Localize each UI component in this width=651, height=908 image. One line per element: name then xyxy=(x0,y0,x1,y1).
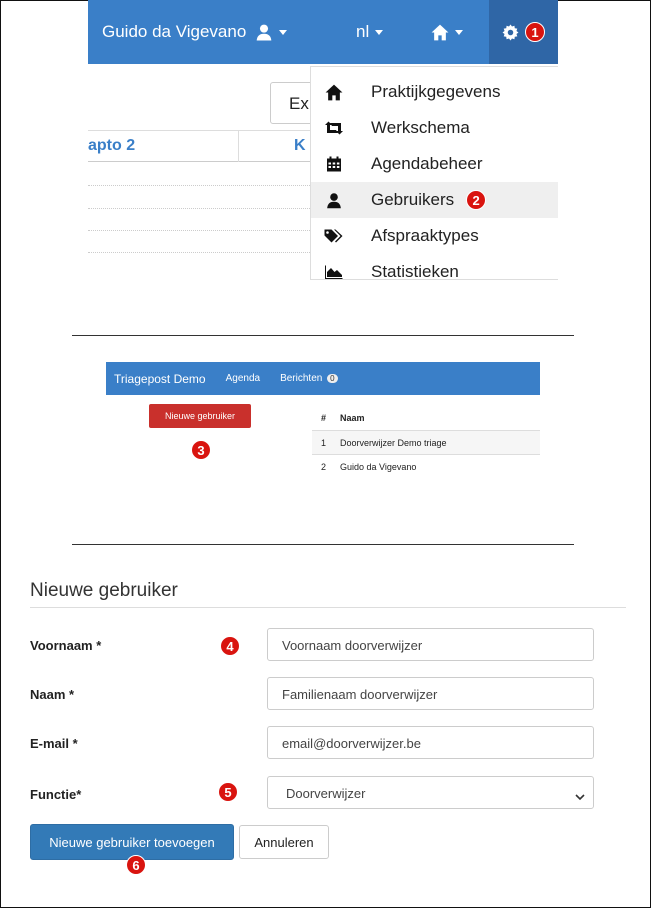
menu-item-werkschema[interactable]: Werkschema xyxy=(311,110,558,146)
table-row[interactable]: 1 Doorverwijzer Demo triage xyxy=(312,430,540,454)
step-badge-1: 1 xyxy=(525,22,545,42)
chevron-down-icon xyxy=(455,29,463,35)
language-label: nl xyxy=(356,22,370,41)
table-row xyxy=(88,208,328,209)
retweet-icon xyxy=(311,121,357,135)
user-name: Guido da Vigevano xyxy=(102,22,247,41)
user-name-cell: Guido da Vigevano xyxy=(340,461,417,472)
menu-item-label: Statistieken xyxy=(371,262,459,280)
title-underline xyxy=(30,607,626,608)
table-header: # Naam xyxy=(312,406,540,430)
step-badge-4: 4 xyxy=(220,636,240,656)
column-header: apto 2 xyxy=(88,137,136,154)
berichten-count-badge: 0 xyxy=(327,374,338,383)
table-row xyxy=(88,185,328,186)
email-label: E-mail * xyxy=(30,736,78,751)
menu-item-praktijkgegevens[interactable]: Praktijkgegevens xyxy=(311,74,558,110)
home-icon xyxy=(311,84,357,101)
settings-dropdown: Praktijkgegevens Werkschema Agendabeheer… xyxy=(310,66,558,280)
chevron-down-icon xyxy=(375,29,384,35)
form-title: Nieuwe gebruiker xyxy=(30,580,178,601)
user-name-cell: Doorverwijzer Demo triage xyxy=(340,437,447,448)
step-badge-5: 5 xyxy=(218,782,238,802)
gear-icon xyxy=(502,24,519,41)
home-icon xyxy=(431,24,449,41)
table-header: apto 2 K xyxy=(88,130,328,162)
berichten-link[interactable]: Berichten 0 xyxy=(280,373,338,384)
berichten-label: Berichten xyxy=(280,373,323,384)
row-number: 1 xyxy=(321,437,327,448)
firstname-label: Voornaam * xyxy=(30,638,102,653)
function-select[interactable]: Doorverwijzer xyxy=(267,776,594,809)
cancel-button[interactable]: Annuleren xyxy=(239,825,329,859)
step-badge-6: 6 xyxy=(126,855,146,875)
user-icon xyxy=(311,192,357,209)
chevron-down-icon xyxy=(575,789,585,804)
brand-link[interactable]: Triagepost Demo xyxy=(114,372,206,386)
menu-item-label: Gebruikers xyxy=(371,190,455,209)
menu-item-label: Praktijkgegevens xyxy=(371,82,501,101)
area-chart-icon xyxy=(311,265,357,279)
settings-menu-toggle[interactable]: 1 xyxy=(489,0,558,64)
email-field[interactable]: email@doorverwijzer.be xyxy=(267,726,594,759)
user-menu[interactable]: Guido da Vigevano xyxy=(102,0,288,64)
home-menu[interactable] xyxy=(431,0,463,64)
menu-item-label: Werkschema xyxy=(371,118,470,137)
table-row xyxy=(88,252,328,253)
agenda-link[interactable]: Agenda xyxy=(226,373,260,384)
row-number: 2 xyxy=(321,461,327,472)
calendar-icon xyxy=(311,156,357,172)
menu-item-label: Afspraaktypes xyxy=(371,226,479,245)
menu-item-statistieken[interactable]: Statistieken xyxy=(311,254,558,280)
menu-item-label: Agendabeheer xyxy=(371,154,483,173)
section-divider xyxy=(72,335,574,336)
settings-menu-screenshot: Guido da Vigevano nl 1 Ex apto 2 K Prakt… xyxy=(88,0,558,280)
user-icon xyxy=(255,23,273,41)
lastname-field[interactable]: Familienaam doorverwijzer xyxy=(267,677,594,710)
firstname-field[interactable]: Voornaam doorverwijzer xyxy=(267,628,594,661)
top-navbar: Guido da Vigevano nl 1 xyxy=(88,0,558,64)
column-header: K xyxy=(294,137,306,154)
column-header: Naam xyxy=(340,413,365,423)
step-badge-3: 3 xyxy=(191,440,211,460)
new-user-button[interactable]: Nieuwe gebruiker xyxy=(149,404,251,428)
menu-item-gebruikers[interactable]: Gebruikers 2 xyxy=(311,182,558,218)
language-menu[interactable]: nl xyxy=(356,0,384,64)
tags-icon xyxy=(311,229,357,244)
table-row xyxy=(88,230,328,231)
menu-item-afspraaktypes[interactable]: Afspraaktypes xyxy=(311,218,558,254)
function-label: Functie* xyxy=(30,787,82,802)
mini-navbar: Triagepost Demo Agenda Berichten 0 xyxy=(106,362,540,395)
column-divider xyxy=(238,130,239,162)
step-badge-2: 2 xyxy=(466,190,487,210)
function-selected-value: Doorverwijzer xyxy=(286,786,366,801)
section-divider xyxy=(72,544,574,545)
chevron-down-icon xyxy=(279,29,288,35)
menu-item-agendabeheer[interactable]: Agendabeheer xyxy=(311,146,558,182)
column-header: # xyxy=(321,413,327,423)
table-row[interactable]: 2 Guido da Vigevano xyxy=(312,454,540,478)
lastname-label: Naam * xyxy=(30,687,75,702)
